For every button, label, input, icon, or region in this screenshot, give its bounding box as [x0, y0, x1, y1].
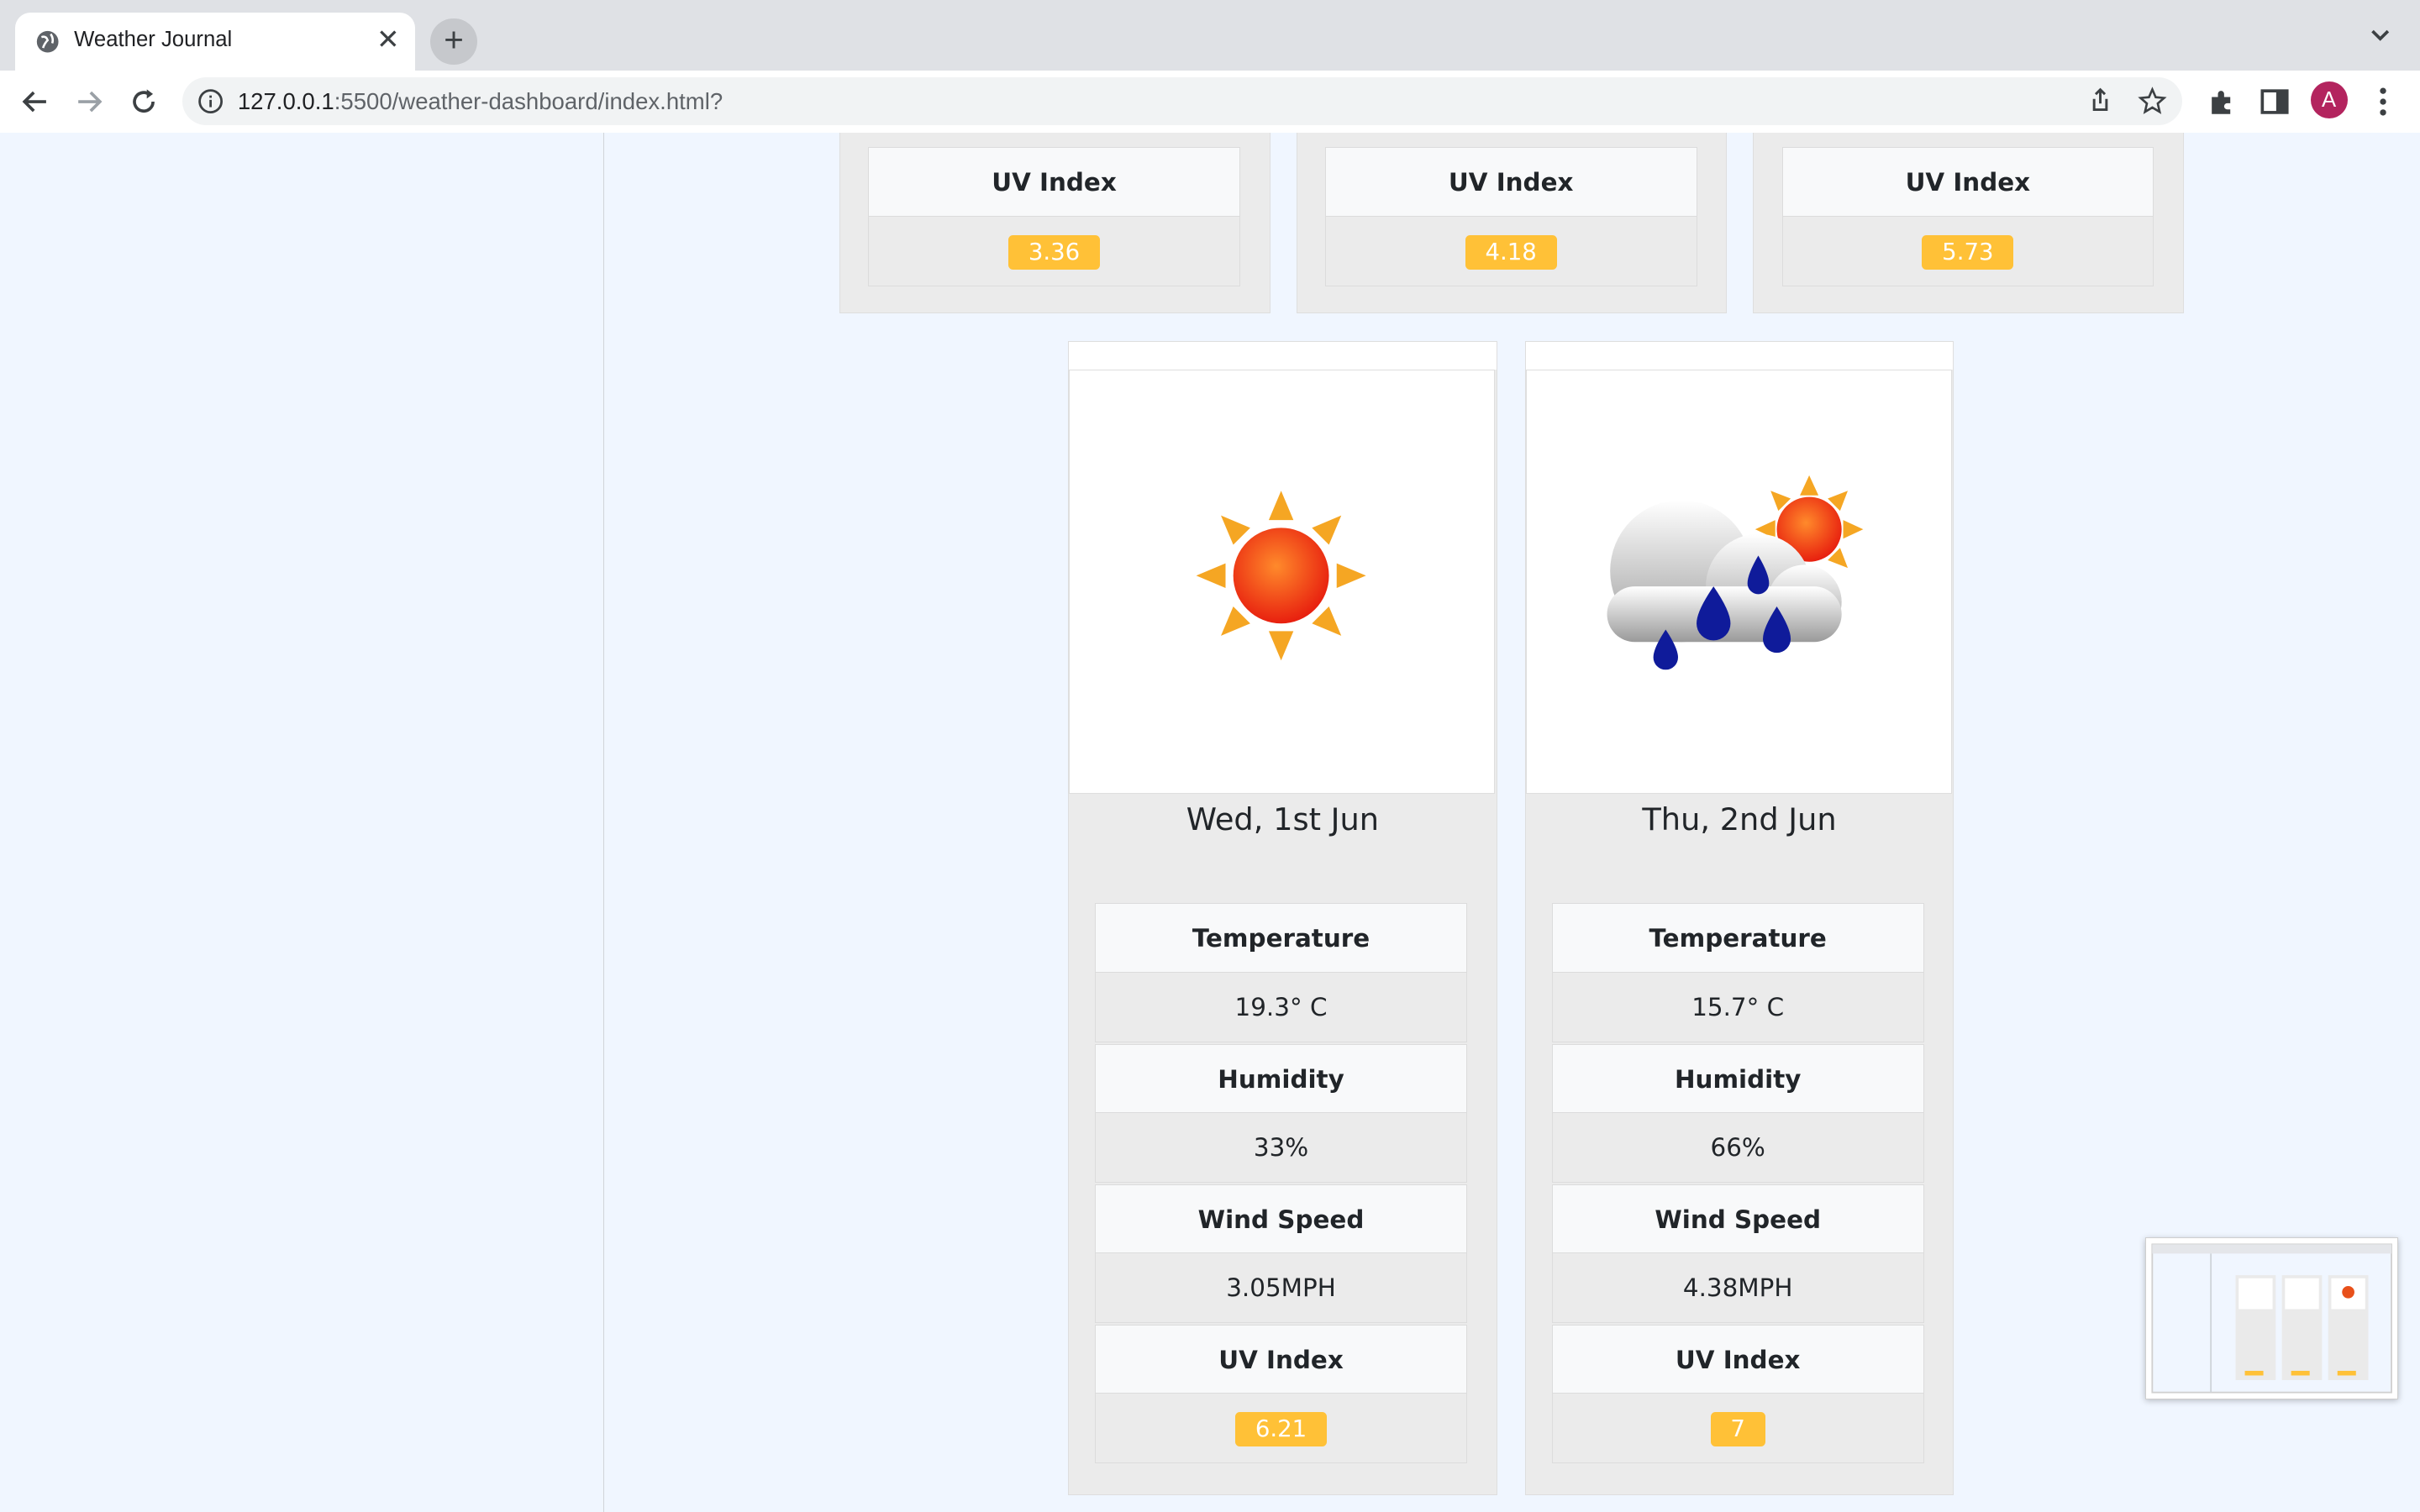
weather-image: [1525, 369, 1952, 795]
humidity-value: 66%: [1551, 1113, 1924, 1183]
stat-table: Temperature 15.7° C Humidity 66% Wind Sp…: [1551, 903, 1924, 1464]
address-bar[interactable]: 127.0.0.1:5500/weather-dashboard/index.h…: [182, 76, 2183, 125]
humidity-label: Humidity: [1095, 1043, 1467, 1114]
card-header-strip: [1068, 341, 1497, 370]
forecast-card: Thu, 2nd Jun Temperature 15.7° C Humidit…: [1524, 340, 1954, 1495]
browser-toolbar: 127.0.0.1:5500/weather-dashboard/index.h…: [0, 71, 2420, 134]
uv-label: UV Index: [1781, 147, 2154, 218]
forward-arrow-icon[interactable]: [71, 83, 108, 120]
page-viewport[interactable]: UV Index 3.36 UV Index 4.18 UV Index 5.7…: [0, 132, 2420, 1512]
wind-speed-label: Wind Speed: [1551, 1184, 1924, 1254]
temperature-label: Temperature: [1095, 903, 1467, 974]
close-tab-icon[interactable]: ✕: [376, 26, 400, 54]
temperature-label: Temperature: [1551, 903, 1924, 974]
uv-value-cell: 7: [1551, 1394, 1924, 1464]
sun-icon: [1196, 491, 1366, 661]
humidity-value: 33%: [1095, 1113, 1467, 1183]
new-tab-button[interactable]: +: [430, 18, 477, 66]
stat-table: UV Index 5.73: [1781, 147, 2154, 287]
uv-badge: 4.18: [1465, 235, 1557, 270]
uv-value-cell: 5.73: [1781, 217, 2154, 286]
screenshot-thumbnail[interactable]: [2145, 1237, 2399, 1400]
browser-tabstrip: Weather Journal ✕ +: [0, 0, 2420, 71]
weather-image: [1068, 369, 1495, 795]
card-header-strip: [1525, 341, 1954, 370]
side-panel-icon[interactable]: [2256, 83, 2293, 120]
info-icon[interactable]: [197, 88, 224, 114]
forecast-date: Wed, 1st Jun: [1186, 801, 1380, 838]
url-path: :5500/weather-dashboard/index.html?: [334, 87, 723, 114]
wind-speed-value: 3.05MPH: [1095, 1253, 1467, 1323]
rain-cloud-sun-icon: [1607, 475, 1864, 670]
uv-badge: 3.36: [1007, 235, 1101, 270]
uv-label: UV Index: [1551, 1324, 1924, 1394]
stat-table: UV Index 4.18: [1324, 147, 1697, 287]
uv-value-cell: 4.18: [1324, 217, 1697, 286]
bookmark-star-icon[interactable]: [2138, 87, 2167, 116]
uv-label: UV Index: [1324, 147, 1697, 218]
url-text: 127.0.0.1:5500/weather-dashboard/index.h…: [238, 88, 723, 115]
back-arrow-icon[interactable]: [17, 83, 54, 120]
forecast-date: Thu, 2nd Jun: [1642, 801, 1837, 838]
browser-tab[interactable]: Weather Journal ✕: [15, 12, 416, 71]
forecast-card: UV Index 5.73: [1753, 132, 2185, 314]
forecast-card: UV Index 4.18: [1296, 132, 1728, 314]
chevron-down-icon[interactable]: [2368, 22, 2392, 46]
stat-table: UV Index 3.36: [868, 147, 1240, 287]
temperature-value: 19.3° C: [1095, 973, 1467, 1042]
thumbnail-preview: [2151, 1243, 2392, 1394]
uv-badge: 6.21: [1234, 1412, 1328, 1446]
uv-badge: 7: [1710, 1412, 1765, 1446]
share-icon[interactable]: [2086, 87, 2114, 114]
extensions-puzzle-icon[interactable]: [2204, 83, 2241, 120]
forecast-card: Wed, 1st Jun Temperature 19.3° C Humidit…: [1067, 340, 1497, 1495]
profile-avatar[interactable]: A: [2310, 81, 2348, 119]
sidebar: [0, 132, 605, 1512]
stat-table: Temperature 19.3° C Humidity 33% Wind Sp…: [1095, 903, 1467, 1464]
uv-label: UV Index: [1095, 1324, 1467, 1394]
more-menu-icon[interactable]: [2365, 83, 2402, 120]
wind-speed-value: 4.38MPH: [1551, 1253, 1924, 1323]
uv-value-cell: 3.36: [868, 217, 1240, 286]
tab-title: Weather Journal: [74, 28, 233, 52]
humidity-label: Humidity: [1551, 1043, 1924, 1114]
temperature-value: 15.7° C: [1551, 973, 1924, 1042]
forecast-card: UV Index 3.36: [839, 132, 1270, 314]
url-host: 127.0.0.1: [237, 87, 334, 114]
reload-icon[interactable]: [125, 83, 162, 120]
globe-icon: [37, 30, 59, 53]
wind-speed-label: Wind Speed: [1095, 1184, 1467, 1254]
uv-badge: 5.73: [1922, 235, 2014, 270]
uv-value-cell: 6.21: [1095, 1394, 1467, 1464]
uv-label: UV Index: [868, 147, 1240, 218]
